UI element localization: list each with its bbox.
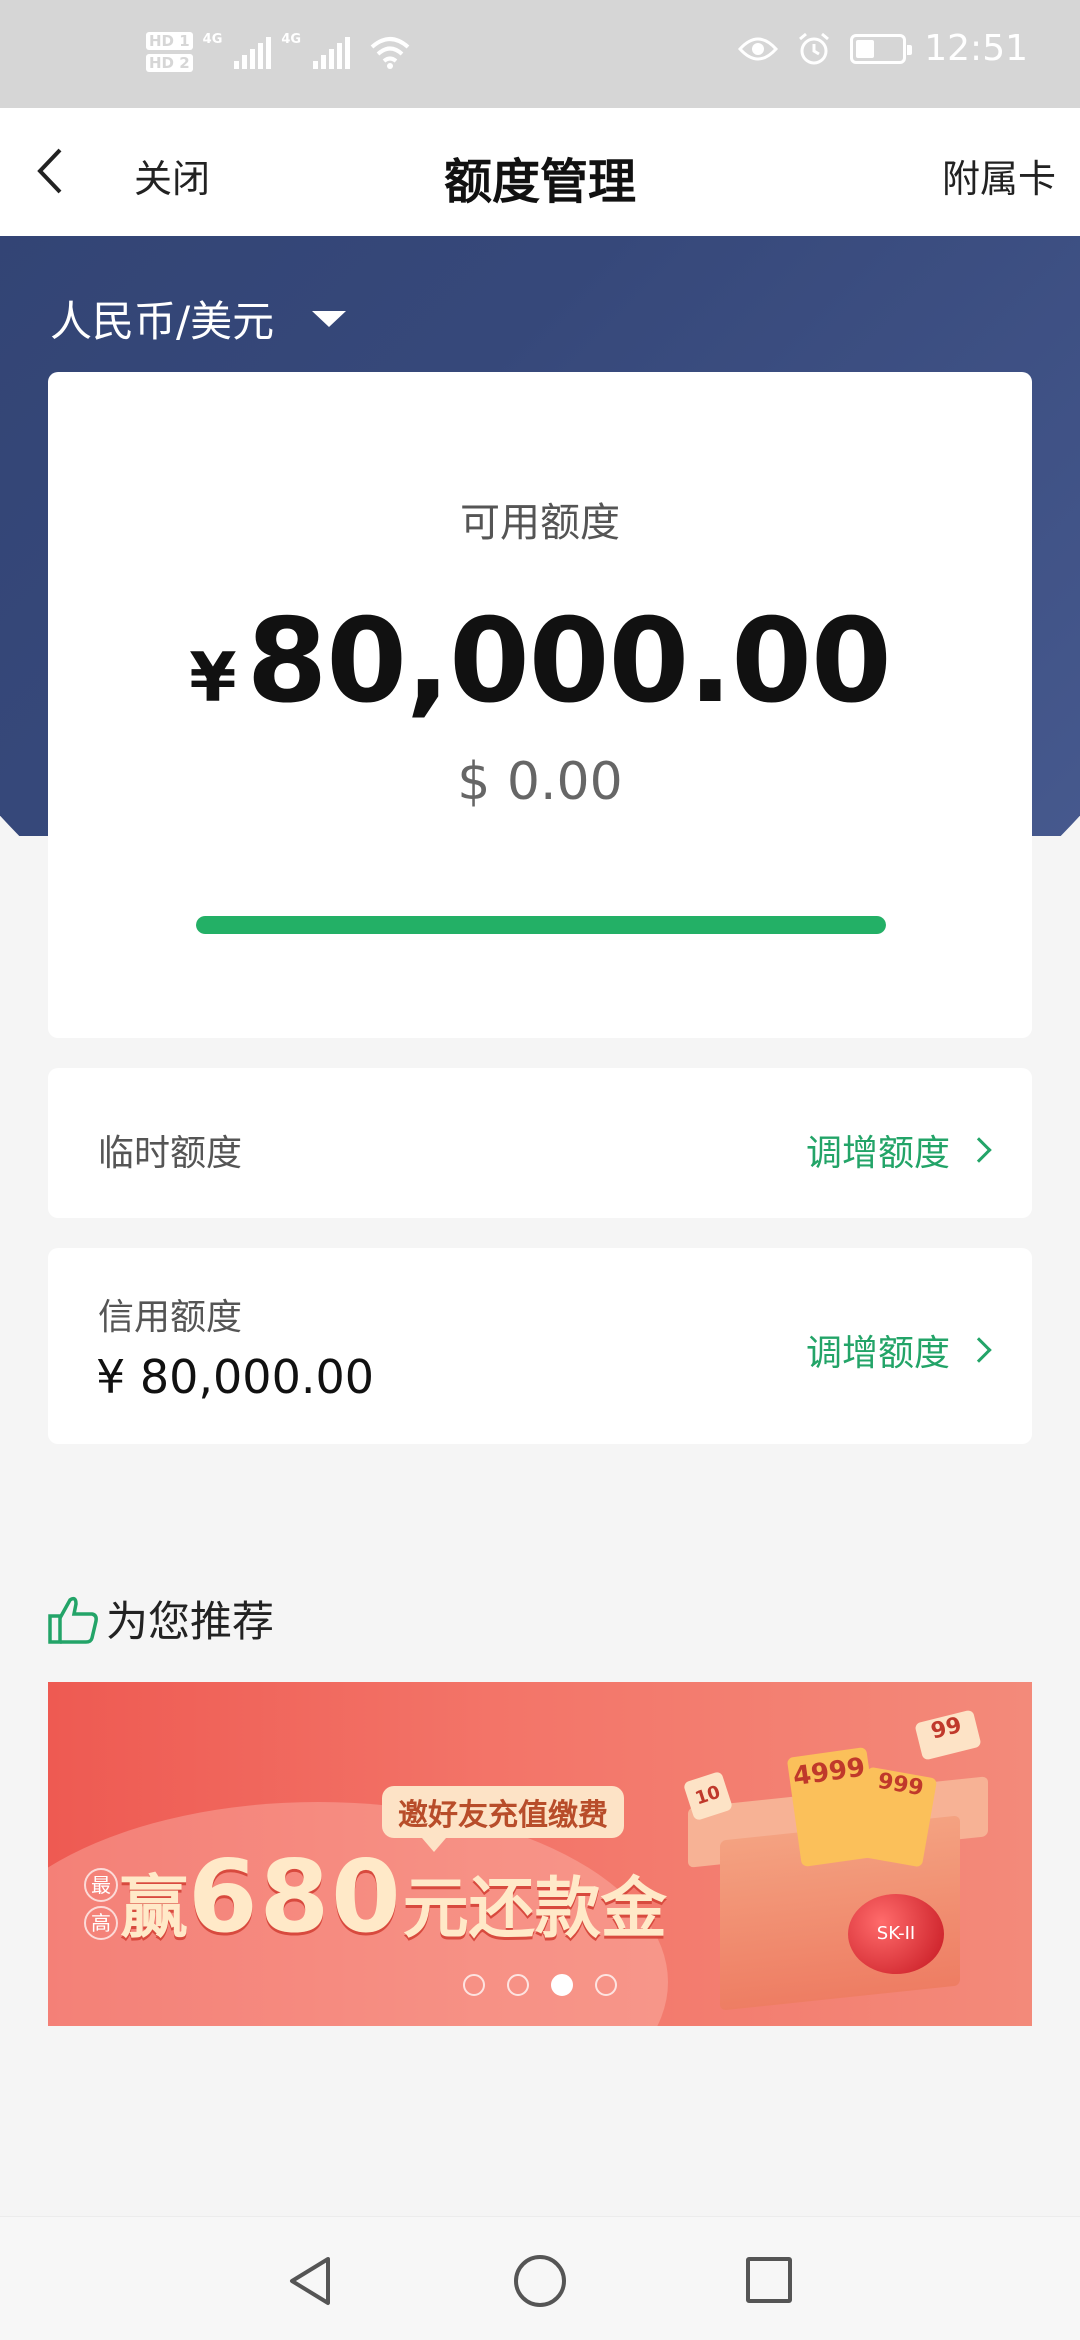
signal-1-icon <box>234 35 272 69</box>
temporary-increase-button[interactable]: 调增额度 <box>805 1124 992 1176</box>
currency-label: 人民币/美元 <box>50 297 275 346</box>
credit-increase-label: 调增额度 <box>805 1333 950 1374</box>
currency-selector[interactable]: 人民币/美元 <box>50 288 347 349</box>
temporary-limit-label: 临时额度 <box>98 1133 243 1174</box>
banner-mini-2: 高 <box>84 1906 118 1940</box>
available-amount-value: 80,000.00 <box>246 594 892 729</box>
banner-headline: 赢 680 元还款金 <box>120 1838 667 1955</box>
carousel-dots <box>48 1974 1032 1996</box>
recommend-header: 为您推荐 <box>46 1588 274 1649</box>
clock: 12:51 <box>924 28 1028 69</box>
available-limit-card: 可用额度 ¥ 80,000.00 $ 0.00 <box>48 372 1032 1038</box>
hd-2-badge: HD 2 <box>146 54 193 72</box>
available-limit-label: 可用额度 <box>460 500 620 546</box>
eye-icon <box>738 37 779 60</box>
status-bar: HD 1 HD 2 4G 4G 12:51 <box>0 0 1080 108</box>
signal-2-icon <box>313 35 351 69</box>
chevron-right-icon <box>966 1137 992 1163</box>
cream-jar: SK-II <box>848 1894 944 1974</box>
carousel-dot[interactable] <box>595 1974 617 1996</box>
credit-increase-button[interactable]: 调增额度 <box>805 1324 992 1376</box>
network-2-label: 4G <box>281 32 302 47</box>
carousel-dot[interactable] <box>551 1974 573 1996</box>
nav-recents-icon[interactable] <box>746 2257 792 2303</box>
credit-limit-value: ¥ 80,000.00 <box>96 1350 374 1404</box>
nav-back-icon[interactable] <box>286 2255 334 2307</box>
banner-mini-label: 最 高 <box>84 1868 118 1940</box>
status-right: 12:51 <box>738 28 1028 69</box>
system-nav-bar <box>0 2216 1080 2340</box>
status-left: HD 1 HD 2 4G 4G <box>146 32 410 72</box>
thumbs-up-icon <box>48 1596 98 1644</box>
coupon-ticket-3: 99 <box>914 1709 982 1761</box>
battery-icon <box>850 33 913 64</box>
temporary-increase-label: 调增额度 <box>805 1133 950 1174</box>
network-1-label: 4G <box>202 32 223 47</box>
credit-limit-label: 信用额度 <box>98 1297 243 1338</box>
wifi-icon <box>370 37 410 69</box>
alarm-icon <box>799 32 830 64</box>
banner-word-3: 元还款金 <box>402 1870 667 1947</box>
nav-home-icon[interactable] <box>514 2255 566 2307</box>
credit-limit-row: 信用额度 ¥ 80,000.00 调增额度 <box>48 1248 1032 1444</box>
caret-down-icon <box>312 310 347 327</box>
hd-1-badge: HD 1 <box>146 32 193 50</box>
limit-progress-fill <box>196 916 886 934</box>
supplementary-card-button[interactable]: 附属卡 <box>942 148 1056 203</box>
battery-level <box>856 39 874 58</box>
banner-word-1: 赢 <box>120 1869 189 1948</box>
temporary-limit-row: 临时额度 调增额度 <box>48 1068 1032 1218</box>
recommend-title: 为您推荐 <box>106 1597 275 1646</box>
nav-bar: 关闭 额度管理 附属卡 <box>0 108 1080 236</box>
banner-word-2: 680 <box>188 1838 403 1955</box>
usd-amount: $ 0.00 <box>457 752 623 812</box>
hd-indicators: HD 1 HD 2 <box>146 32 193 72</box>
banner-mini-1: 最 <box>84 1868 118 1902</box>
available-amount: ¥ 80,000.00 <box>48 594 1032 729</box>
page-title: 额度管理 <box>443 154 636 210</box>
limit-progress-bar <box>196 916 886 934</box>
banner-badge: 邀好友充值缴费 <box>382 1786 624 1852</box>
carousel-dot[interactable] <box>463 1974 485 1996</box>
promo-banner[interactable]: 邀好友充值缴费 最 高 赢 680 元还款金 4999 999 99 10 SK… <box>48 1682 1032 2026</box>
carousel-dot[interactable] <box>507 1974 529 1996</box>
chevron-right-icon <box>966 1337 992 1363</box>
yuan-symbol: ¥ <box>189 639 237 718</box>
